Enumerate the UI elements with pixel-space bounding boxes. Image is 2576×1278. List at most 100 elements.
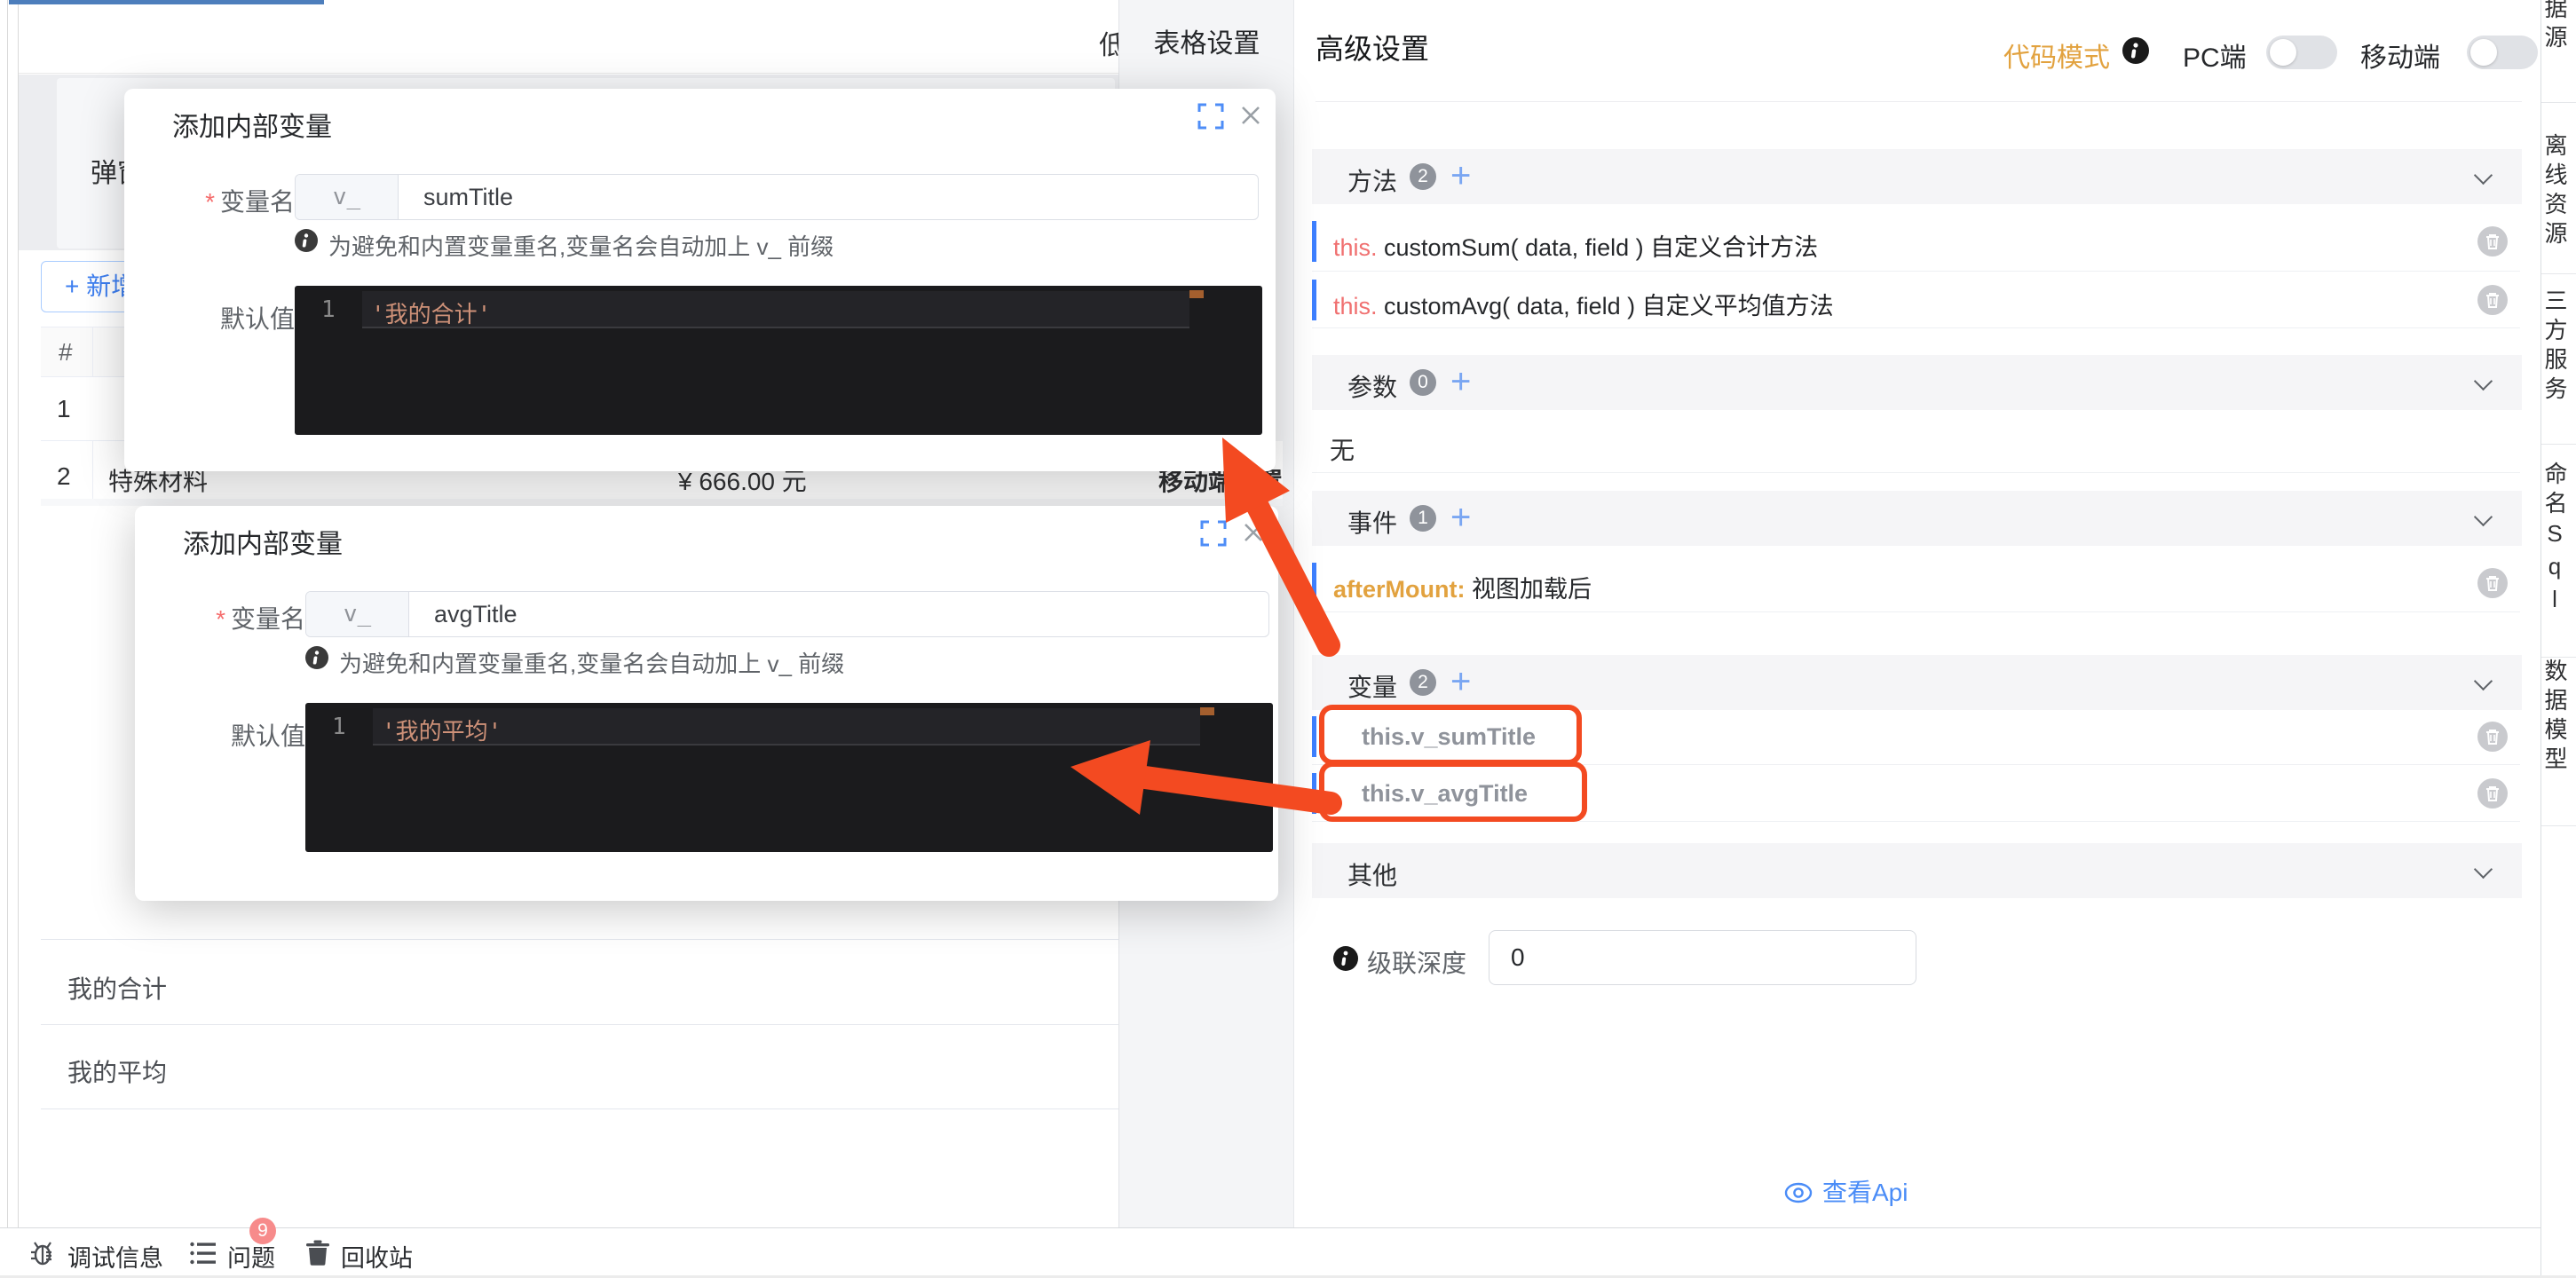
debug-icon bbox=[31, 1242, 51, 1266]
event-name: afterMount: bbox=[1333, 576, 1466, 603]
rail-item-data-model[interactable]: 数据模型 bbox=[2541, 659, 2572, 776]
section-title: 参数 bbox=[1347, 374, 1398, 401]
add-event-button[interactable]: + bbox=[1450, 498, 1471, 538]
event-text: afterMount: 视图加载后 bbox=[1333, 570, 1592, 604]
header-divider bbox=[1316, 101, 2522, 102]
code-editor[interactable]: 1 '我的平均' bbox=[305, 703, 1273, 852]
event-row[interactable]: afterMount: 视图加载后 bbox=[1312, 555, 2522, 612]
section-title: 变量 bbox=[1347, 674, 1398, 701]
variable-row[interactable]: this.v_avgTitle bbox=[1312, 765, 2522, 822]
close-icon[interactable] bbox=[1239, 518, 1268, 547]
section-title: 事件 bbox=[1347, 509, 1398, 537]
dialog-title: 添加内部变量 bbox=[172, 113, 332, 142]
method-text: this. customAvg( data, field ) 自定义平均值方法 bbox=[1333, 287, 1834, 321]
method-row[interactable]: this. customSum( data, field ) 自定义合计方法 bbox=[1312, 213, 2522, 272]
section-header-params[interactable]: 参数 0 + bbox=[1312, 355, 2522, 410]
row-index: 1 bbox=[57, 395, 71, 422]
fullscreen-icon[interactable] bbox=[1200, 520, 1227, 547]
variable-row[interactable]: this.v_sumTitle bbox=[1312, 708, 2522, 765]
add-variable-dialog-sum: 添加内部变量 *变量名 v_ 为避免和内置变量重名,变量名会自动加上 v_ 前缀… bbox=[124, 89, 1276, 471]
active-tab-indicator bbox=[9, 0, 324, 4]
table-settings-title[interactable]: 表格设置 bbox=[1119, 21, 1294, 60]
row-divider bbox=[1312, 611, 2520, 612]
chevron-down-icon[interactable] bbox=[2473, 507, 2493, 527]
view-api-link[interactable]: 查看Api bbox=[1783, 1173, 1908, 1209]
minimap-marker bbox=[1189, 290, 1204, 298]
code-editor[interactable]: 1 '我的合计' bbox=[295, 286, 1262, 435]
pc-toggle[interactable] bbox=[2266, 36, 2337, 69]
summary-avg-label: 我的平均 bbox=[67, 1059, 168, 1086]
rail-divider bbox=[2541, 273, 2576, 274]
summary-sum-label: 我的合计 bbox=[67, 975, 168, 1003]
cascade-depth-label: 级联深度 bbox=[1367, 950, 1467, 977]
variable-name-label: * 变量名 bbox=[205, 188, 295, 216]
delete-method-button[interactable] bbox=[2477, 285, 2508, 315]
rail-item-third-party-services[interactable]: 三方服务 bbox=[2541, 288, 2572, 406]
rail-item-datasource[interactable]: 数据源 bbox=[2541, 0, 2572, 54]
delete-variable-button[interactable] bbox=[2477, 778, 2508, 809]
section-title: 其他 bbox=[1347, 862, 1398, 889]
eye-icon bbox=[1784, 1182, 1813, 1203]
summary-row-sum[interactable]: 我的合计 bbox=[41, 939, 1118, 1025]
mobile-toggle[interactable] bbox=[2467, 36, 2538, 69]
section-title: 方法 bbox=[1347, 168, 1398, 195]
variable-name-input[interactable] bbox=[409, 592, 1268, 636]
toggle-knob bbox=[2270, 39, 2296, 66]
variable-expression: this.v_avgTitle bbox=[1362, 780, 1529, 807]
chevron-down-icon[interactable] bbox=[2473, 671, 2493, 691]
code-mode-info-icon[interactable] bbox=[2122, 37, 2149, 64]
editor-line-number: 1 bbox=[321, 296, 336, 323]
prefix-addon: v_ bbox=[296, 175, 399, 219]
delete-event-button[interactable] bbox=[2477, 568, 2508, 598]
editor-line-number: 1 bbox=[332, 714, 346, 740]
fullscreen-icon[interactable] bbox=[1197, 103, 1224, 130]
rail-divider bbox=[2541, 102, 2576, 103]
section-header-methods[interactable]: 方法 2 + bbox=[1312, 149, 2522, 204]
rail-item-offline-resources[interactable]: 离线资源 bbox=[2541, 133, 2572, 250]
recycle-bin-item[interactable]: 回收站 bbox=[341, 1239, 413, 1274]
count-badge: 0 bbox=[1410, 369, 1436, 396]
issues-count-badge: 9 bbox=[249, 1218, 276, 1244]
add-method-button[interactable]: + bbox=[1450, 156, 1471, 196]
debug-info-item[interactable]: 调试信息 bbox=[67, 1239, 163, 1274]
hint-info-icon bbox=[295, 229, 318, 252]
delete-variable-button[interactable] bbox=[2477, 722, 2508, 752]
method-row[interactable]: this. customAvg( data, field ) 自定义平均值方法 bbox=[1312, 272, 2522, 328]
section-header-others[interactable]: 其他 bbox=[1312, 843, 2522, 898]
canvas-toolbar bbox=[19, 0, 1118, 74]
chevron-down-icon[interactable] bbox=[2473, 165, 2493, 185]
rail-item-named-sql[interactable]: 命名Sql bbox=[2541, 462, 2572, 619]
row-accent-bar bbox=[1312, 716, 1316, 757]
advanced-settings-title: 高级设置 bbox=[1316, 33, 1430, 65]
method-text: this. customSum( data, field ) 自定义合计方法 bbox=[1333, 228, 1818, 263]
add-param-button[interactable]: + bbox=[1450, 362, 1471, 402]
section-header-variables[interactable]: 变量 2 + bbox=[1312, 655, 2522, 710]
chevron-down-icon[interactable] bbox=[2473, 371, 2493, 391]
prefix-addon: v_ bbox=[306, 592, 409, 636]
code-mode-link[interactable]: 代码模式 bbox=[2003, 36, 2110, 75]
toggle-knob bbox=[2470, 39, 2497, 66]
summary-row-avg[interactable]: 我的平均 bbox=[41, 1025, 1118, 1109]
view-api-label: 查看Api bbox=[1822, 1179, 1908, 1206]
row-accent-bar bbox=[1312, 563, 1316, 604]
cascade-info-icon[interactable] bbox=[1333, 946, 1358, 971]
variable-name-input[interactable] bbox=[399, 175, 1258, 219]
dialog-title: 添加内部变量 bbox=[183, 530, 343, 559]
mobile-toggle-label: 移动端 bbox=[2360, 43, 2440, 73]
required-mark: * bbox=[205, 188, 215, 216]
section-divider bbox=[1312, 472, 2520, 473]
issues-list-icon bbox=[190, 1242, 216, 1265]
add-variable-button[interactable]: + bbox=[1450, 662, 1471, 702]
delete-method-button[interactable] bbox=[2477, 226, 2508, 256]
summary-strip bbox=[41, 499, 1283, 506]
method-signature: customAvg( data, field ) bbox=[1377, 293, 1642, 320]
left-splitter[interactable] bbox=[7, 0, 8, 1227]
right-rail: 数据源 离线资源 三方服务 命名Sql 数据模型 bbox=[2540, 0, 2576, 1278]
chevron-down-icon[interactable] bbox=[2473, 859, 2493, 880]
close-icon[interactable] bbox=[1237, 101, 1265, 130]
variable-name-hint: 为避免和内置变量重名,变量名会自动加上 v_ 前缀 bbox=[328, 233, 834, 260]
issues-item[interactable]: 问题 bbox=[227, 1239, 275, 1274]
section-header-events[interactable]: 事件 1 + bbox=[1312, 491, 2522, 546]
editor-code-string: '我的合计' bbox=[371, 302, 492, 328]
cascade-depth-input[interactable] bbox=[1489, 930, 1916, 985]
